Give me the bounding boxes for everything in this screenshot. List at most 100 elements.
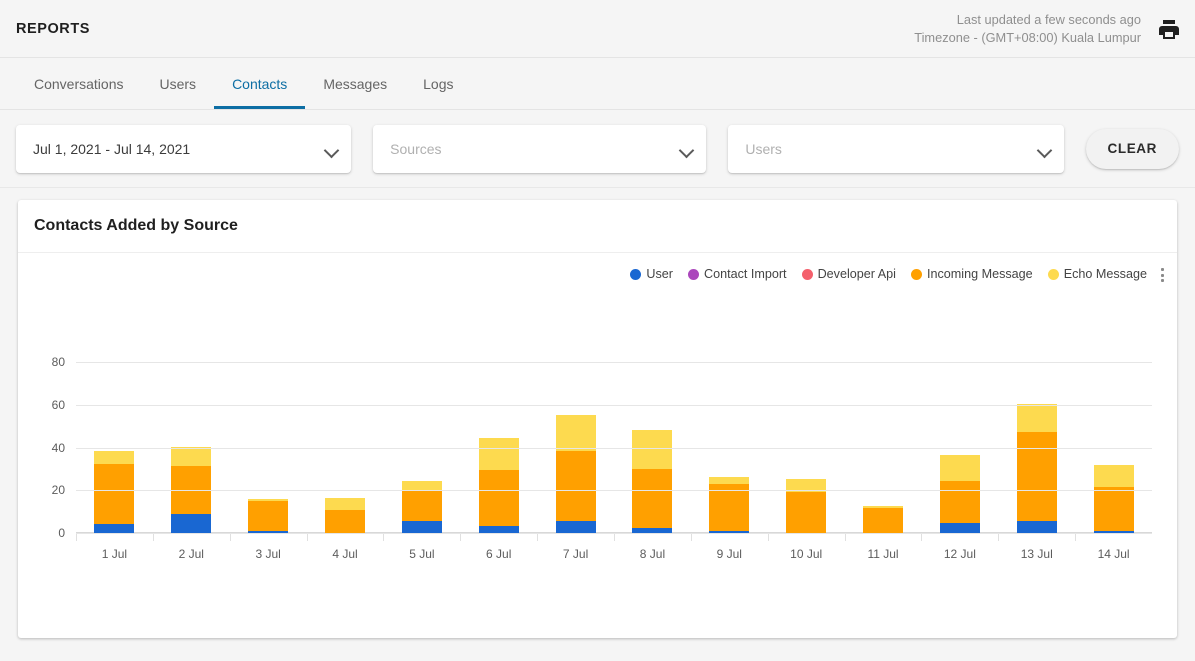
- bar-column[interactable]: 2 Jul: [152, 341, 230, 561]
- gridline: 80: [52, 355, 1152, 369]
- bar-segment-echo-message: [325, 497, 365, 510]
- stacked-bar[interactable]: [863, 506, 904, 533]
- date-range-select[interactable]: Jul 1, 2021 - Jul 14, 2021: [16, 124, 352, 173]
- bar-group: 1 Jul 2 Jul 3 Jul 4 Jul 5 Jul 6 Jul 7 Jul 8 Jul…: [76, 341, 1152, 561]
- bar-segment-incoming-message: [939, 480, 980, 524]
- tab-users[interactable]: Users: [142, 58, 215, 109]
- bar-segment-echo-message: [171, 446, 212, 466]
- bar-column[interactable]: 7 Jul: [537, 341, 614, 561]
- bar-column[interactable]: 12 Jul: [921, 341, 998, 561]
- bar-column[interactable]: 14 Jul: [1075, 341, 1152, 561]
- kebab-dot: [1160, 273, 1164, 277]
- stacked-bar[interactable]: [786, 478, 827, 533]
- x-axis-tick-label: 10 Jul: [790, 547, 823, 561]
- bar-segment-user: [939, 523, 980, 533]
- legend-item-contact-import[interactable]: Contact Import: [687, 267, 787, 281]
- bar-segment-user: [1016, 521, 1057, 533]
- y-axis-tick-label: 60: [51, 398, 65, 412]
- last-updated-text: Last updated a few seconds ago: [956, 12, 1141, 27]
- bar-segment-echo-message: [94, 450, 135, 464]
- bar-column[interactable]: 5 Jul: [383, 341, 460, 561]
- stacked-bar[interactable]: [478, 438, 519, 533]
- stacked-bar[interactable]: [1016, 403, 1057, 533]
- y-axis-tick-label: 20: [51, 483, 65, 498]
- bar-segment-incoming-message: [786, 492, 827, 533]
- gridline: 20: [52, 483, 1152, 497]
- legend-item-developer-api[interactable]: Developer Api: [801, 267, 896, 281]
- bar-segment-user: [171, 513, 212, 533]
- legend-swatch-icon: [910, 268, 922, 280]
- gridline: 60: [52, 398, 1152, 412]
- stacked-bar[interactable]: [401, 480, 442, 533]
- x-axis-tick-label: 9 Jul: [716, 547, 742, 561]
- bar-segment-echo-message: [1093, 464, 1134, 488]
- filter-bar: Jul 1, 2021 - Jul 14, 2021 Sources Users…: [0, 110, 1195, 188]
- tab-messages[interactable]: Messages: [305, 58, 405, 109]
- legend-label: Echo Message: [1063, 267, 1147, 281]
- stacked-bar[interactable]: [1093, 464, 1134, 533]
- stacked-bar[interactable]: [939, 455, 980, 533]
- y-axis-tick-label: 0: [58, 526, 65, 540]
- legend-label: User: [646, 267, 673, 281]
- bar-column[interactable]: 6 Jul: [460, 341, 537, 561]
- tab-label: Messages: [323, 75, 388, 92]
- bar-segment-incoming-message: [632, 469, 673, 528]
- x-axis-tick-label: 3 Jul: [255, 547, 281, 561]
- chart-plot-area: 1 Jul 2 Jul 3 Jul 4 Jul 5 Jul 6 Jul 7 Jul 8 Jul…: [52, 341, 1152, 561]
- date-range-value: Jul 1, 2021 - Jul 14, 2021: [33, 140, 191, 157]
- stacked-bar[interactable]: [632, 429, 673, 533]
- page-title: REPORTS: [16, 20, 90, 37]
- chevron-down-icon: [323, 142, 340, 158]
- users-select[interactable]: Users: [728, 124, 1064, 173]
- legend-item-incoming-message[interactable]: Incoming Message: [910, 267, 1033, 281]
- bar-column[interactable]: 9 Jul: [690, 341, 768, 561]
- gridline: 40: [52, 441, 1152, 455]
- bar-segment-incoming-message: [94, 463, 135, 525]
- sources-select[interactable]: Sources: [373, 124, 707, 173]
- clear-button[interactable]: CLEAR: [1085, 128, 1179, 169]
- bar-segment-user: [555, 521, 596, 533]
- x-axis-tick-label: 11 Jul: [867, 547, 899, 561]
- stacked-bar[interactable]: [325, 497, 365, 533]
- tab-logs[interactable]: Logs: [405, 58, 471, 109]
- x-axis-tick-label: 13 Jul: [1020, 547, 1053, 561]
- bar-column[interactable]: 8 Jul: [614, 341, 691, 561]
- tab-bar: Conversations Users Contacts Messages Lo…: [0, 58, 1195, 110]
- bar-column[interactable]: 3 Jul: [229, 341, 307, 561]
- stacked-bar[interactable]: [709, 476, 750, 533]
- stacked-bar[interactable]: [248, 498, 289, 533]
- x-axis-tick-label: 4 Jul: [332, 547, 358, 561]
- x-axis-tick-label: 7 Jul: [562, 547, 589, 561]
- status-meta: Last updated a few seconds ago Timezone …: [914, 11, 1141, 47]
- stacked-bar[interactable]: [555, 414, 596, 533]
- tab-contacts[interactable]: Contacts: [214, 58, 306, 109]
- tab-conversations[interactable]: Conversations: [16, 58, 142, 109]
- sources-placeholder: Sources: [390, 140, 442, 157]
- bar-segment-incoming-message: [248, 501, 289, 531]
- tab-label: Conversations: [34, 75, 124, 92]
- legend-item-user[interactable]: User: [630, 267, 673, 281]
- legend-label: Developer Api: [817, 267, 896, 281]
- kebab-dot: [1160, 279, 1164, 282]
- stacked-bar[interactable]: [94, 450, 135, 533]
- y-axis-tick-label: 80: [51, 355, 65, 370]
- tab-label: Users: [159, 75, 197, 92]
- legend-swatch-icon: [1047, 268, 1059, 280]
- bar-segment-user: [94, 524, 135, 533]
- bar-segment-user: [401, 521, 442, 533]
- bar-column[interactable]: 10 Jul: [767, 341, 845, 561]
- bar-column[interactable]: 4 Jul: [306, 341, 384, 561]
- printer-icon[interactable]: [1157, 17, 1181, 41]
- bar-column[interactable]: 1 Jul: [76, 341, 153, 561]
- users-placeholder: Users: [745, 140, 782, 157]
- more-vert-icon[interactable]: [1153, 265, 1171, 285]
- bar-segment-incoming-message: [478, 470, 519, 526]
- gridline: 0: [58, 526, 1152, 540]
- bar-column[interactable]: 13 Jul: [998, 341, 1075, 561]
- tab-label: Logs: [423, 75, 454, 92]
- bar-segment-echo-message: [709, 476, 750, 484]
- bar-segment-echo-message: [632, 429, 673, 470]
- legend-item-echo-message[interactable]: Echo Message: [1047, 267, 1147, 281]
- bar-column[interactable]: 11 Jul: [844, 341, 922, 561]
- bar-segment-incoming-message: [325, 509, 365, 533]
